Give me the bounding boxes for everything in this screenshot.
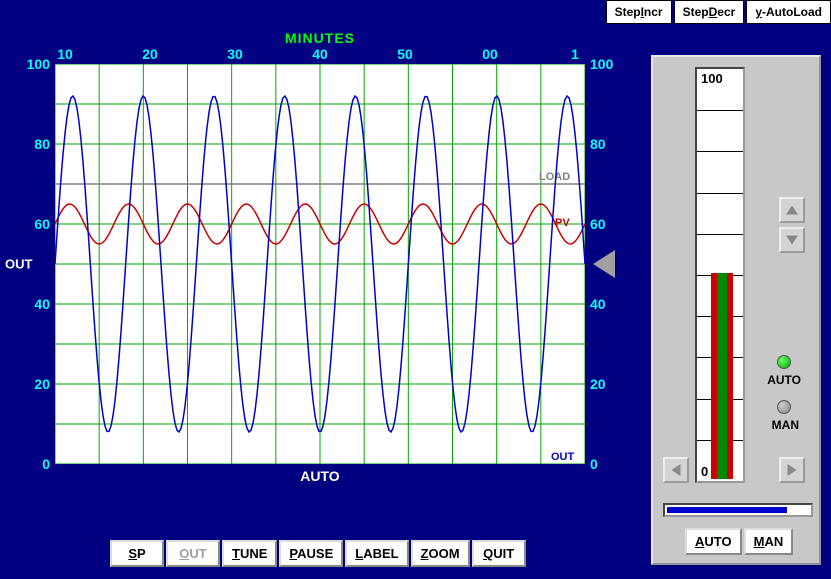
out-button[interactable]: OUT [166, 540, 220, 567]
status-text: AUTO [10, 468, 630, 484]
horizontal-slider[interactable] [663, 503, 813, 517]
arrow-down-button[interactable] [779, 227, 805, 253]
bar-bottom-value: 0 [701, 464, 708, 479]
arrow-left-button[interactable] [663, 457, 689, 483]
man-led-icon [777, 400, 791, 414]
quit-button[interactable]: QUIT [472, 540, 526, 567]
app-window: StepIncr StepDecr y-AutoLoad MINUTES 10 … [0, 0, 831, 579]
arrow-up-button[interactable] [779, 197, 805, 223]
label-button[interactable]: LABEL [345, 540, 408, 567]
chart-area: MINUTES 10 20 30 40 50 00 1 100 80 60 40… [10, 30, 630, 510]
svg-text:LOAD: LOAD [539, 171, 570, 183]
top-tabs: StepIncr StepDecr y-AutoLoad [606, 0, 831, 24]
arrow-right-button[interactable] [779, 457, 805, 483]
step-incr-tab[interactable]: StepIncr [606, 0, 672, 24]
mode-buttons: AUTO MAN [685, 528, 793, 555]
button-row: SP OUT TUNE PAUSE LABEL ZOOM QUIT [110, 540, 526, 567]
plot-canvas: LOAD PV OUT [55, 64, 585, 464]
marker-triangle-icon[interactable] [593, 250, 615, 278]
svg-text:PV: PV [555, 217, 570, 229]
auto-led-label: AUTO [767, 373, 801, 387]
side-panel: 100 0 AUTO MAN AUTO MAN [651, 55, 821, 565]
auto-mode-button[interactable]: AUTO [685, 528, 742, 555]
bar-gauge: 100 0 [695, 67, 745, 483]
tune-button[interactable]: TUNE [222, 540, 277, 567]
zoom-button[interactable]: ZOOM [411, 540, 470, 567]
x-ticks: 10 20 30 40 50 00 1 [10, 46, 630, 64]
auto-led-icon [777, 355, 791, 369]
bar-top-value: 100 [701, 71, 723, 86]
y-left-label: OUT [5, 257, 32, 272]
sp-button[interactable]: SP [110, 540, 164, 567]
svg-text:OUT: OUT [551, 451, 575, 463]
bar-green-fill [717, 273, 727, 479]
x-axis-title: MINUTES [10, 30, 630, 46]
man-led-label: MAN [772, 418, 799, 432]
pause-button[interactable]: PAUSE [279, 540, 343, 567]
man-mode-button[interactable]: MAN [744, 528, 794, 555]
slider-fill [667, 507, 787, 513]
step-decr-tab[interactable]: StepDecr [674, 0, 745, 24]
plot-wrap: 100 80 60 40 20 0 OUT 100 80 60 40 20 0 … [10, 64, 630, 464]
autoload-tab[interactable]: y-AutoLoad [746, 0, 831, 24]
